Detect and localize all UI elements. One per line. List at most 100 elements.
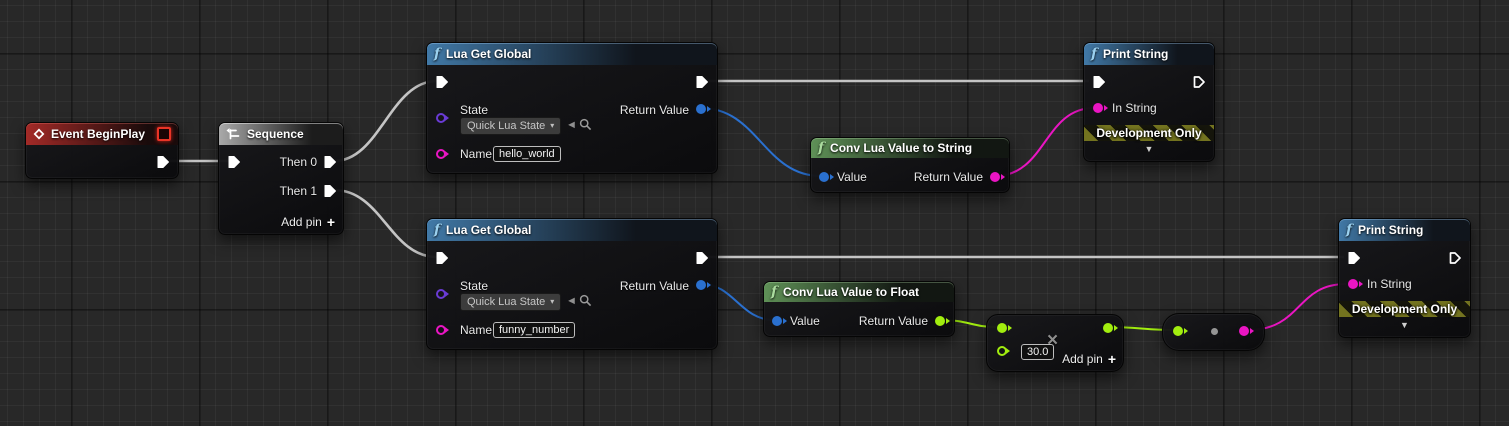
function-icon: f <box>1346 222 1353 238</box>
node-sequence[interactable]: Sequence Then 0 Then 1 Add pin + <box>218 122 344 235</box>
multiply-add-pin-button[interactable]: Add pin + <box>1062 352 1116 366</box>
development-only-banner: Development Only <box>1084 125 1214 141</box>
name-pin[interactable] <box>436 149 449 159</box>
function-icon: f <box>434 222 441 238</box>
node-title: Event BeginPlay <box>50 127 146 141</box>
development-only-label: Development Only <box>1351 302 1458 316</box>
node-lua-get-global-1[interactable]: f Lua Get Global State Quick Lua State ▾… <box>426 42 718 174</box>
pin-label-return-value: Return Value <box>619 279 689 293</box>
data-wire-returnvalue1-convstring <box>700 107 822 177</box>
pin-label-value: Value <box>837 170 867 184</box>
node-title: Print String <box>1358 223 1424 237</box>
return-value-pin[interactable] <box>935 316 950 326</box>
in-string-pin[interactable] <box>1348 279 1363 289</box>
multiply-input-b-pin[interactable] <box>997 346 1010 356</box>
pin-label-value: Value <box>790 314 820 328</box>
node-conv-lua-value-to-float[interactable]: f Conv Lua Value to Float Value Return V… <box>763 281 955 337</box>
state-asset-dropdown[interactable]: Quick Lua State ▾ <box>460 117 562 135</box>
pin-label-in-string: In String <box>1112 101 1157 115</box>
state-asset-dropdown[interactable]: Quick Lua State ▾ <box>460 293 562 311</box>
pin-label-then1: Then 1 <box>279 184 317 198</box>
name-pin[interactable] <box>436 325 449 335</box>
exec-out-pin[interactable] <box>156 155 170 169</box>
in-string-pin[interactable] <box>1093 103 1108 113</box>
exec-wire-then1-luagetglobal2 <box>333 188 438 259</box>
function-icon: f <box>434 46 441 62</box>
event-debug-indicator <box>157 127 171 141</box>
use-selected-asset-icon[interactable]: ◄ <box>566 296 577 307</box>
node-print-string-1[interactable]: f Print String In String Development Onl… <box>1083 42 1215 162</box>
exec-out-pin[interactable] <box>1192 75 1206 89</box>
exec-out-pin[interactable] <box>1448 251 1462 265</box>
chevron-down-icon: ▾ <box>550 297 555 306</box>
return-value-pin[interactable] <box>696 104 711 114</box>
plus-icon: + <box>326 214 335 230</box>
add-pin-label: Add pin <box>281 215 322 229</box>
multiply-output-pin[interactable] <box>1103 323 1118 333</box>
development-only-banner: Development Only <box>1339 301 1470 317</box>
node-print-string-2[interactable]: f Print String In String Development Onl… <box>1338 218 1471 338</box>
exec-out-pin-then1[interactable] <box>323 184 337 198</box>
node-title: Sequence <box>247 127 304 141</box>
node-float-to-string-conversion[interactable] <box>1162 313 1265 351</box>
conversion-dot <box>1211 328 1218 335</box>
node-title: Lua Get Global <box>446 47 532 61</box>
return-value-pin[interactable] <box>696 280 711 290</box>
node-title: Conv Lua Value to String <box>830 141 973 155</box>
state-pin[interactable] <box>436 289 449 299</box>
plus-icon: + <box>1107 351 1116 367</box>
use-selected-asset-icon[interactable]: ◄ <box>566 120 577 131</box>
name-value-input[interactable]: hello_world <box>493 146 561 162</box>
state-dropdown-value: Quick Lua State <box>467 296 546 308</box>
pin-label-state: State <box>460 279 489 293</box>
pin-label-name: Name <box>460 147 493 161</box>
exec-out-pin[interactable] <box>695 251 709 265</box>
event-diamond-icon <box>33 128 45 140</box>
conversion-output-pin[interactable] <box>1239 326 1254 336</box>
exec-in-pin[interactable] <box>1347 251 1361 265</box>
return-value-pin[interactable] <box>990 172 1005 182</box>
pin-label-in-string: In String <box>1367 277 1412 291</box>
development-only-label: Development Only <box>1096 126 1202 140</box>
sequence-add-pin-button[interactable]: Add pin + <box>281 215 335 229</box>
function-icon: f <box>818 140 825 156</box>
node-event-beginplay[interactable]: Event BeginPlay <box>25 122 179 179</box>
pin-label-name: Name <box>460 323 493 337</box>
chevron-down-icon: ▾ <box>550 121 555 130</box>
pin-label-return-value: Return Value <box>858 314 928 328</box>
exec-in-pin[interactable] <box>227 155 241 169</box>
exec-out-pin-then0[interactable] <box>323 155 337 169</box>
add-pin-label: Add pin <box>1062 352 1103 366</box>
state-pin[interactable] <box>436 113 449 123</box>
pin-label-return-value: Return Value <box>913 170 983 184</box>
exec-in-pin[interactable] <box>435 75 449 89</box>
name-value-input[interactable]: funny_number <box>493 322 576 338</box>
node-multiply[interactable]: × 30.0 Add pin + <box>986 314 1124 372</box>
value-pin[interactable] <box>772 316 787 326</box>
browse-asset-icon[interactable] <box>579 118 592 131</box>
function-icon: f <box>1091 46 1098 62</box>
browse-asset-icon[interactable] <box>579 294 592 307</box>
blueprint-graph-canvas[interactable]: Event BeginPlay Sequence Then 0 Then 1 A… <box>0 0 1509 426</box>
multiply-input-b-value[interactable]: 30.0 <box>1021 344 1055 360</box>
node-title: Lua Get Global <box>446 223 532 237</box>
node-conv-lua-value-to-string[interactable]: f Conv Lua Value to String Value Return … <box>810 137 1010 193</box>
function-icon: f <box>771 284 778 300</box>
node-title: Print String <box>1103 47 1169 61</box>
sequence-icon <box>226 128 240 140</box>
exec-in-pin[interactable] <box>1092 75 1106 89</box>
state-dropdown-value: Quick Lua State <box>467 120 546 132</box>
advanced-pins-toggle[interactable]: ▼ <box>1084 145 1214 154</box>
conversion-input-pin[interactable] <box>1173 326 1188 336</box>
pin-label-return-value: Return Value <box>619 103 689 117</box>
value-pin[interactable] <box>819 172 834 182</box>
node-title: Conv Lua Value to Float <box>783 285 920 299</box>
exec-wire-then0-luagetglobal1 <box>333 79 438 163</box>
advanced-pins-toggle[interactable]: ▼ <box>1339 321 1470 330</box>
exec-out-pin[interactable] <box>695 75 709 89</box>
multiply-input-a-pin[interactable] <box>997 323 1012 333</box>
pin-label-state: State <box>460 103 489 117</box>
node-lua-get-global-2[interactable]: f Lua Get Global State Quick Lua State ▾… <box>426 218 718 350</box>
pin-label-then0: Then 0 <box>279 155 317 169</box>
exec-in-pin[interactable] <box>435 251 449 265</box>
